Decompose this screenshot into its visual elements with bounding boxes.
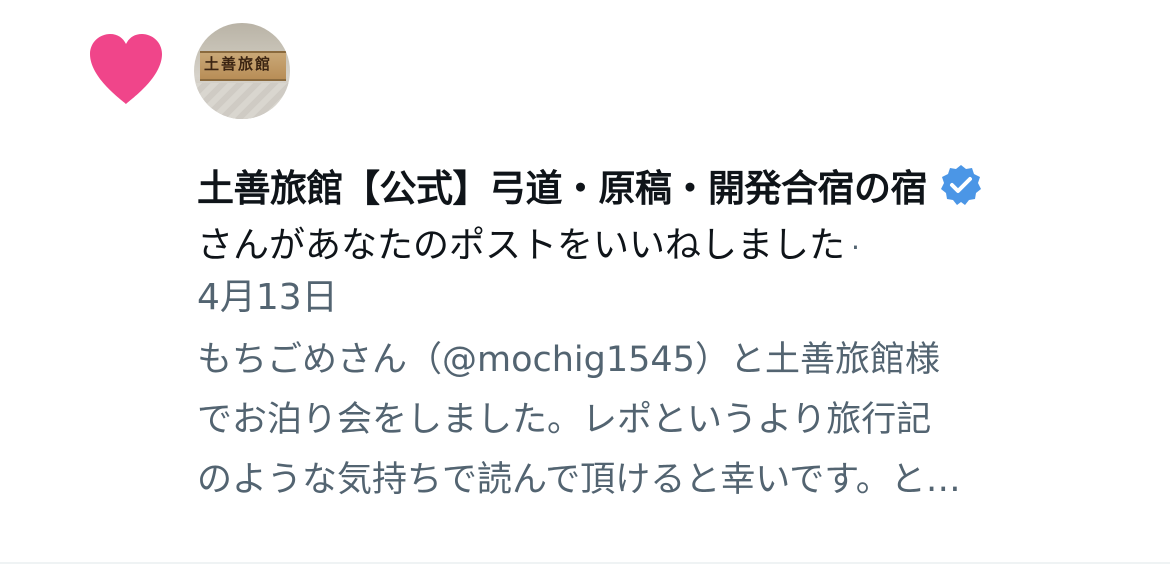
verified-badge-icon	[941, 165, 981, 205]
divider	[0, 562, 1170, 564]
heart-icon	[90, 34, 162, 104]
account-name[interactable]: 土善旅館【公式】弓道・原稿・開発合宿の宿	[197, 158, 928, 212]
name-row: 土善旅館【公式】弓道・原稿・開発合宿の宿	[197, 160, 1157, 210]
post-preview-line: もちごめさん（@mochig1545）と土善旅館様	[197, 340, 940, 380]
like-notification[interactable]: 土善旅館 土善旅館【公式】弓道・原稿・開発合宿の宿 さんがあなたのポストをいいね…	[0, 0, 1170, 562]
post-preview-line: でお泊り会をしました。レポというより旅行記	[197, 400, 932, 440]
post-preview-line: のような気持ちで読んで頂けると幸いです。と…	[197, 460, 961, 500]
action-line: さんがあなたのポストをいいねしました ·	[197, 220, 1157, 272]
action-text: さんがあなたのポストをいいねしました	[197, 225, 846, 266]
timestamp[interactable]: 4月13日	[197, 272, 1157, 324]
separator-dot: ·	[851, 231, 860, 264]
notification-content: 土善旅館【公式】弓道・原稿・開発合宿の宿 さんがあなたのポストをいいねしました ·…	[197, 160, 1157, 510]
post-preview[interactable]: もちごめさん（@mochig1545）と土善旅館様 でお泊り会をしました。レポと…	[197, 330, 1127, 510]
avatar-wall	[194, 83, 290, 119]
avatar-sign-text: 土善旅館	[204, 55, 273, 73]
avatar[interactable]: 土善旅館	[194, 23, 290, 119]
